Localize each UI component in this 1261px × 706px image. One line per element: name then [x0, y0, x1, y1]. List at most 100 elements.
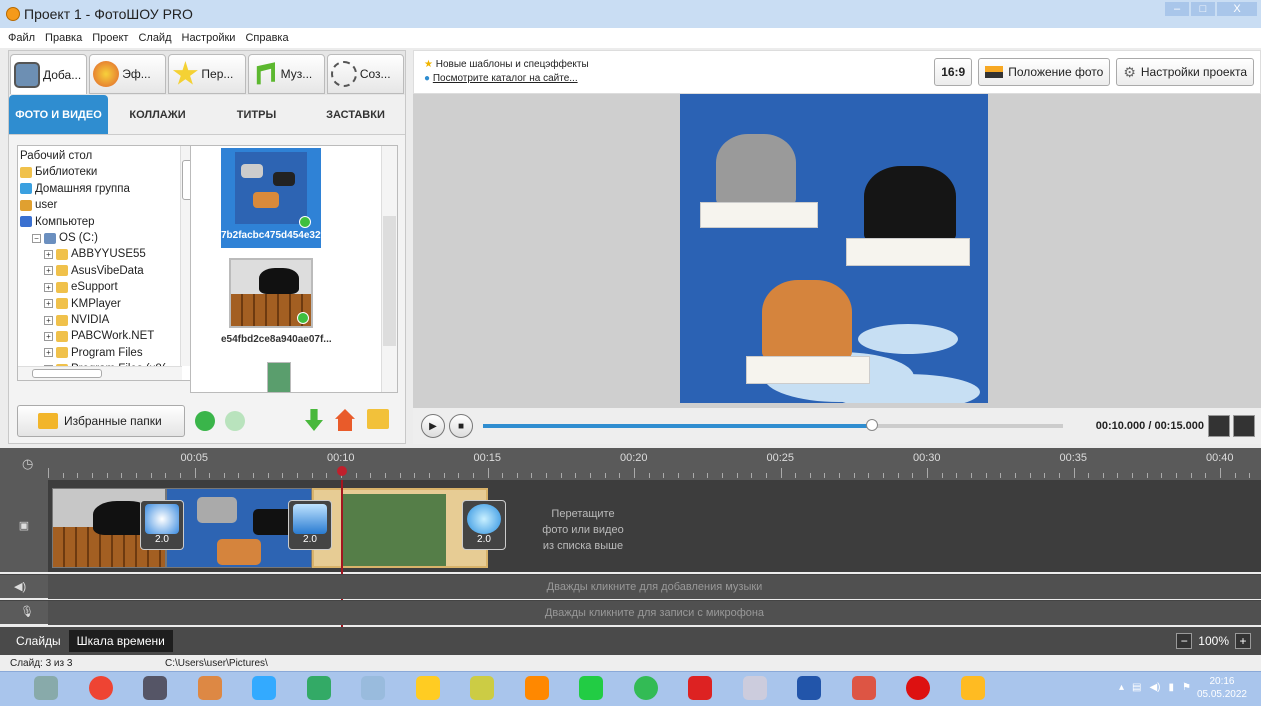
folder-tree[interactable]: Рабочий стол Библиотеки Домашняя группа use…	[17, 145, 195, 381]
signal-icon[interactable]: ▮	[1169, 682, 1175, 693]
tree-item[interactable]: − OS (C:)	[20, 230, 194, 246]
video-track[interactable]: ▣ 2.0 2.0 2.0 Перетащите фото или видео …	[0, 480, 1261, 627]
opera-icon[interactable]	[906, 676, 930, 700]
control-panel-icon[interactable]	[34, 676, 58, 700]
tree-item[interactable]: Компьютер	[20, 214, 194, 230]
calculator-icon[interactable]	[742, 676, 767, 700]
headphones-icon[interactable]	[524, 676, 549, 700]
expand-icon[interactable]: +	[44, 282, 53, 292]
expand-icon[interactable]: +	[44, 266, 53, 276]
menu-help[interactable]: Справка	[245, 32, 288, 44]
project-settings-button[interactable]: ⚙ Настройки проекта	[1116, 58, 1254, 86]
expand-icon[interactable]: +	[44, 299, 53, 309]
paint-icon[interactable]	[197, 676, 222, 700]
progress-knob[interactable]	[865, 419, 878, 431]
tree-item[interactable]: + AsusVibeData	[20, 263, 194, 279]
fullscreen-icon[interactable]	[1233, 415, 1255, 437]
brush-icon[interactable]	[361, 676, 385, 700]
camera-icon[interactable]	[1208, 415, 1230, 437]
catalog-link[interactable]: Посмотрите каталог на сайте...	[433, 73, 578, 84]
menu-project[interactable]: Проект	[92, 32, 128, 44]
transition-block[interactable]: 2.0	[140, 500, 184, 550]
tree-item[interactable]: + KMPlayer	[20, 296, 194, 312]
thumbnail-partial[interactable]	[267, 362, 291, 392]
tree-item[interactable]: + PABCWork.NET	[20, 328, 194, 344]
playhead[interactable]	[337, 466, 347, 476]
menu-edit[interactable]: Правка	[45, 32, 82, 44]
tree-item[interactable]: Домашняя группа	[20, 181, 194, 197]
expand-icon[interactable]: +	[44, 250, 53, 260]
pdf-icon[interactable]	[688, 676, 712, 700]
game-icon[interactable]	[143, 676, 167, 700]
tab-music[interactable]: Муз...	[247, 54, 325, 94]
menu-slide[interactable]: Слайд	[138, 32, 171, 44]
clock[interactable]: 20:16 05.05.2022	[1197, 675, 1247, 701]
tab-slides[interactable]: Слайды	[8, 630, 69, 652]
music-track[interactable]: ◀) Дважды кликните для добавления музыки	[0, 574, 1261, 599]
voice-track[interactable]: 🎙 Дважды кликните для записи с микрофона	[0, 600, 1261, 625]
photo-position-button[interactable]: Положение фото	[978, 58, 1111, 86]
thumbnail-list[interactable]: 7b2facbc475d454e32f... e54fbd2ce8a940ae0…	[190, 145, 398, 393]
word-icon[interactable]	[797, 676, 821, 700]
preview-viewport[interactable]	[413, 94, 1261, 408]
fotoshow-icon[interactable]	[960, 676, 985, 700]
close-button[interactable]: X	[1217, 2, 1257, 16]
zoom-in-button[interactable]: +	[1235, 633, 1251, 649]
tree-item[interactable]: user	[20, 197, 194, 213]
down-arrow-icon[interactable]	[305, 409, 323, 431]
expand-icon[interactable]: +	[44, 348, 53, 358]
tree-item[interactable]: Библиотеки	[20, 164, 194, 180]
progress-track[interactable]	[483, 419, 1063, 431]
app-a-icon[interactable]	[579, 676, 603, 700]
tree-item[interactable]: Рабочий стол	[20, 148, 194, 164]
thumbs-scrollbar[interactable]	[381, 146, 397, 392]
tab-timeline[interactable]: Шкала времени	[68, 630, 173, 652]
play-button[interactable]: ▶	[421, 414, 445, 438]
favorites-button[interactable]: Избранные папки	[17, 405, 185, 437]
subtab-photo-video[interactable]: ФОТО И ВИДЕО	[9, 95, 108, 134]
chrome-icon[interactable]	[633, 676, 658, 700]
expand-icon[interactable]: +	[44, 315, 53, 325]
volume-icon[interactable]: ◀)	[1149, 682, 1160, 693]
flag-icon[interactable]: ⚑	[1182, 682, 1191, 693]
tree-item[interactable]: + eSupport	[20, 279, 194, 295]
tree-item[interactable]: + NVIDIA	[20, 312, 194, 328]
tab-transitions[interactable]: Пер...	[168, 54, 246, 94]
chrome-like-icon[interactable]	[88, 676, 113, 700]
tool-icon[interactable]	[470, 676, 494, 700]
menu-file[interactable]: Файл	[8, 32, 35, 44]
subtab-collages[interactable]: КОЛЛАЖИ	[108, 95, 207, 134]
timeline-ruler[interactable]: ◷ 00:05 00:10 00:15 00:20 00:25 00:30 00:35 00:…	[0, 448, 1261, 480]
folder-up-icon[interactable]	[367, 409, 389, 429]
excel-like-icon[interactable]	[306, 676, 331, 700]
transition-block[interactable]: 2.0	[462, 500, 506, 550]
tab-add[interactable]: Доба...	[10, 54, 88, 94]
zoom-out-button[interactable]: −	[1176, 633, 1193, 649]
tree-hscrollbar[interactable]	[18, 366, 182, 380]
minimize-button[interactable]: –	[1165, 2, 1189, 16]
collapse-icon[interactable]: −	[32, 233, 41, 243]
tray-arrow-icon[interactable]: ▴	[1119, 682, 1124, 693]
maximize-button[interactable]: □	[1191, 2, 1215, 16]
thumbnail-item[interactable]: 7b2facbc475d454e32f...	[221, 148, 332, 248]
network-icon[interactable]: ▤	[1132, 682, 1141, 693]
ie-icon[interactable]	[252, 676, 276, 700]
thumbnail-item[interactable]: e54fbd2ce8a940ae07f...	[221, 258, 332, 358]
subtab-intros[interactable]: ЗАСТАВКИ	[306, 95, 405, 134]
tab-create[interactable]: Соз...	[326, 54, 405, 94]
home-icon[interactable]	[335, 409, 355, 431]
expand-icon[interactable]: +	[44, 331, 53, 341]
menu-settings[interactable]: Настройки	[182, 32, 236, 44]
back-icon[interactable]	[195, 411, 215, 431]
tab-effects[interactable]: Эф...	[89, 54, 167, 94]
drop-hint: Перетащите фото или видео из списка выше	[542, 508, 624, 552]
media-icon[interactable]	[415, 676, 440, 700]
aspect-ratio-button[interactable]: 16:9	[934, 58, 973, 86]
transition-block[interactable]: 2.0	[288, 500, 332, 550]
powerpoint-icon[interactable]	[851, 676, 876, 700]
tree-item[interactable]: + ABBYYUSE55	[20, 246, 194, 262]
subtab-titles[interactable]: ТИТРЫ	[207, 95, 306, 134]
forward-icon[interactable]	[225, 411, 245, 431]
tree-item[interactable]: + Program Files	[20, 345, 194, 361]
stop-button[interactable]: ■	[449, 414, 473, 438]
